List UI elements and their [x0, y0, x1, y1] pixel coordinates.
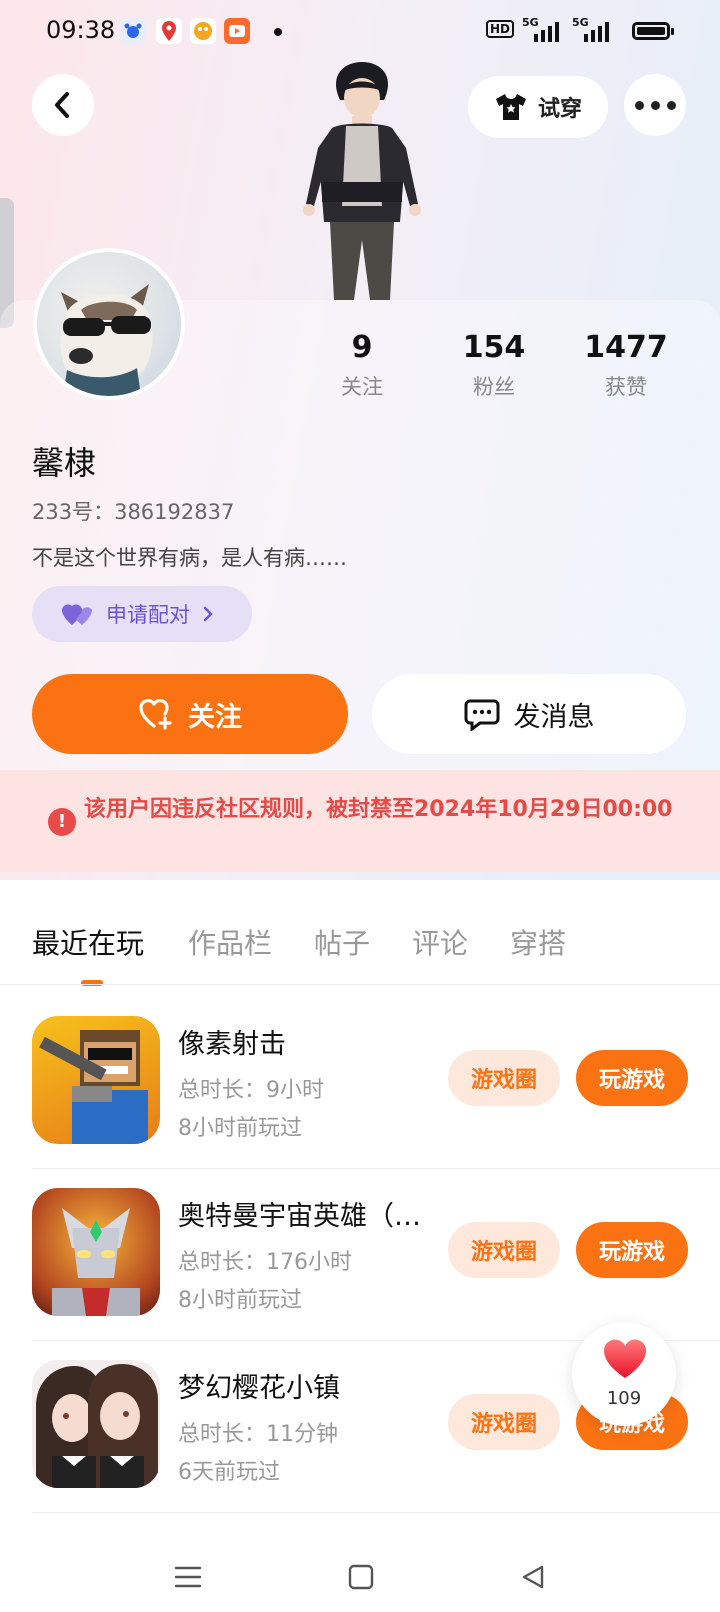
- game-last-played: 8小时前玩过: [178, 1116, 302, 1141]
- signal-bars-1-icon: [534, 22, 559, 42]
- stat-following-label: 关注: [341, 375, 383, 399]
- user-id[interactable]: 233号：386192837: [32, 496, 234, 526]
- signal-bars-2-icon: [584, 22, 609, 42]
- stat-following[interactable]: 9 关注: [302, 330, 422, 401]
- game-title: 奥特曼宇宙英雄（…: [178, 1201, 421, 1232]
- pixel-shooter-icon: [32, 1016, 160, 1144]
- tab-outfits[interactable]: 穿搭: [510, 922, 566, 962]
- warning-icon: !: [48, 808, 76, 836]
- active-tab-indicator: [81, 980, 103, 986]
- stat-likes-value: 1477: [584, 330, 668, 365]
- avatar-3d-figure[interactable]: [292, 62, 432, 300]
- back-triangle-icon[interactable]: [520, 1564, 546, 1590]
- heart-plus-icon: [139, 699, 172, 730]
- status-bar: 09:38 HD 5G 5G: [0, 0, 720, 64]
- home-square-icon[interactable]: [348, 1564, 374, 1590]
- floating-like-button[interactable]: 109: [572, 1322, 676, 1426]
- tabs-divider: [0, 984, 720, 985]
- stat-fans-label: 粉丝: [473, 375, 515, 399]
- game-notification-icon: [190, 18, 216, 44]
- stat-fans-value: 154: [462, 330, 526, 365]
- video-notification-icon: [224, 18, 250, 44]
- stat-following-value: 9: [351, 330, 373, 365]
- game-duration: 总时长：9小时: [178, 1078, 324, 1103]
- double-heart-icon: [62, 604, 92, 625]
- stat-likes-label: 获赞: [605, 375, 647, 399]
- profile-tabs: 最近在玩 作品栏 帖子 评论 穿搭: [0, 922, 720, 986]
- map-notification-icon: [156, 18, 182, 44]
- game-duration: 总时长：11分钟: [178, 1422, 338, 1447]
- user-name: 馨棣: [32, 444, 97, 482]
- system-navigation-bar: [0, 1538, 720, 1612]
- game-circle-button[interactable]: 游戏圈: [448, 1050, 560, 1106]
- row-divider: [32, 1512, 720, 1513]
- back-arrow-icon: [55, 92, 69, 118]
- tab-posts[interactable]: 帖子: [314, 922, 370, 962]
- game-title: 梦幻樱花小镇: [178, 1373, 340, 1404]
- more-notifications-dot: [274, 28, 282, 36]
- follow-button[interactable]: 关注: [32, 674, 348, 754]
- game-circle-button[interactable]: 游戏圈: [448, 1394, 560, 1450]
- row-divider: [32, 1168, 720, 1169]
- play-game-button[interactable]: 玩游戏: [576, 1222, 688, 1278]
- try-on-button[interactable]: 试穿: [468, 76, 608, 138]
- tab-works[interactable]: 作品栏: [188, 922, 272, 962]
- stat-likes[interactable]: 1477 获赞: [566, 330, 686, 401]
- game-title: 像素射击: [178, 1029, 286, 1060]
- sakura-town-icon: [32, 1360, 160, 1488]
- send-message-label: 发消息: [513, 701, 595, 733]
- game-duration: 总时长：176小时: [178, 1250, 352, 1275]
- apply-match-button[interactable]: 申请配对: [32, 586, 252, 642]
- user-avatar[interactable]: [33, 248, 185, 400]
- red-heart-icon: [603, 1339, 647, 1378]
- ultraman-icon: [32, 1188, 160, 1316]
- game-last-played: 6天前玩过: [178, 1460, 280, 1485]
- stat-fans[interactable]: 154 粉丝: [434, 330, 554, 401]
- game-last-played: 8小时前玩过: [178, 1288, 302, 1313]
- battery-icon: [632, 22, 674, 40]
- chevron-right-icon: [203, 606, 213, 622]
- more-button[interactable]: [624, 74, 686, 136]
- play-game-button[interactable]: 玩游戏: [576, 1050, 688, 1106]
- status-time: 09:38: [46, 16, 116, 44]
- back-button[interactable]: [32, 74, 94, 136]
- chat-bubble-icon: [464, 699, 499, 731]
- try-on-label: 试穿: [537, 97, 582, 122]
- more-dots-icon: [634, 100, 676, 110]
- ban-notice-text: 该用户因违反社区规则，被封禁至2024年10月29日00:00: [84, 797, 673, 822]
- like-count: 109: [606, 1388, 642, 1409]
- menu-lines-icon[interactable]: [174, 1566, 202, 1588]
- send-message-button[interactable]: 发消息: [372, 674, 686, 754]
- tab-recently-played[interactable]: 最近在玩: [32, 922, 144, 962]
- game-row[interactable]: 像素射击 总时长：9小时 8小时前玩过 游戏圈 玩游戏: [32, 1016, 720, 1192]
- follow-label: 关注: [188, 701, 242, 733]
- baidu-notification-icon: [120, 18, 146, 44]
- tab-comments[interactable]: 评论: [412, 922, 468, 962]
- hd-indicator: HD: [486, 20, 515, 38]
- husky-avatar-image: [37, 252, 181, 396]
- user-bio: 不是这个世界有病，是人有病……: [32, 546, 347, 570]
- apply-match-label: 申请配对: [106, 603, 190, 627]
- game-circle-button[interactable]: 游戏圈: [448, 1222, 560, 1278]
- tshirt-icon: [495, 94, 526, 120]
